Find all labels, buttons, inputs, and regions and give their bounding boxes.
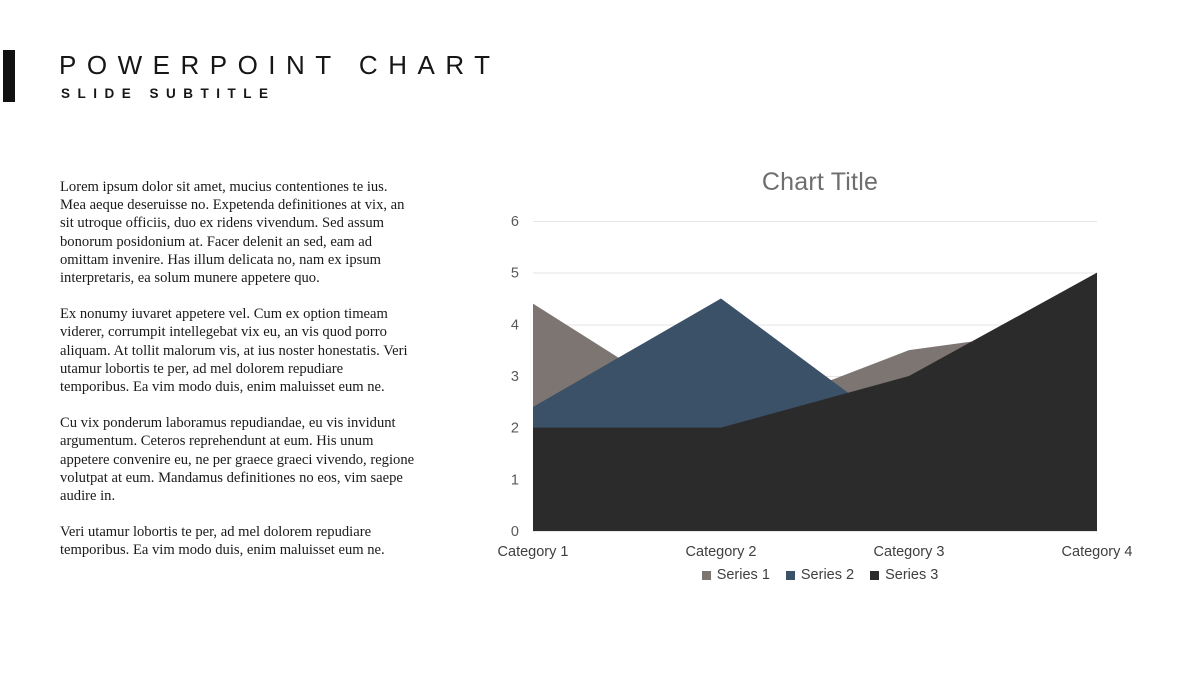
y-axis-tick-label: 1 [511, 472, 519, 488]
legend-swatch-icon [870, 570, 880, 580]
y-axis-tick-label: 3 [511, 369, 519, 385]
legend-label: Series 3 [885, 567, 939, 583]
legend-item-3[interactable]: Series 3 [870, 568, 938, 583]
series-areas [533, 272, 1097, 531]
y-axis-tick-labels: 0 1 2 3 4 5 6 [511, 214, 519, 540]
x-axis-category-label: Category 1 [498, 544, 569, 560]
chart-legend: Series 1 Series 2 Series 3 [470, 568, 1170, 583]
y-axis-tick-label: 6 [511, 214, 519, 230]
page-subtitle: SLIDE SUBTITLE [61, 86, 276, 101]
body-paragraph: Ex nonumy iuvaret appetere vel. Cum ex o… [60, 306, 408, 396]
legend-item-2[interactable]: Series 2 [785, 567, 855, 583]
area-chart[interactable]: Chart Title 0123456 Category 1 Category 2… [470, 160, 1170, 600]
y-axis-tick-label: 0 [511, 524, 519, 540]
x-axis-category-label: Category 3 [874, 544, 945, 560]
body-text-column: Lorem ipsum dolor sit amet, mucius conte… [60, 178, 416, 560]
y-axis-tick-label: 4 [511, 317, 519, 333]
legend-item-1[interactable]: Series 1 [701, 567, 770, 583]
legend-label: Series 2 [800, 567, 855, 583]
page-title: POWERPOINT CHART [59, 50, 501, 80]
legend-swatch-icon [785, 570, 795, 580]
slide-header: POWERPOINT CHART SLIDE SUBTITLE [0, 48, 1200, 108]
y-axis-tick-label: 2 [511, 421, 519, 437]
body-paragraph: Lorem ipsum dolor sit amet, mucius conte… [60, 179, 405, 287]
body-paragraph: Veri utamur lobortis te per, ad mel dolo… [60, 524, 385, 559]
x-axis-category-label: Category 4 [1062, 544, 1133, 560]
y-axis-tick-label: 5 [511, 266, 519, 282]
body-paragraph: Cu vix ponderum laboramus repudiandae, e… [60, 415, 415, 505]
chart-canvas: 0123456 Category 1 Category 2 Category 3 Ca… [498, 214, 1133, 560]
title-accent-bar [3, 50, 15, 102]
legend-label: Series 1 [716, 567, 770, 583]
x-axis-category-labels: Category 1 Category 2 Category 3 Category 4 [498, 544, 1133, 560]
x-axis-category-label: Category 2 [686, 544, 757, 560]
legend-swatch-icon [701, 570, 711, 580]
